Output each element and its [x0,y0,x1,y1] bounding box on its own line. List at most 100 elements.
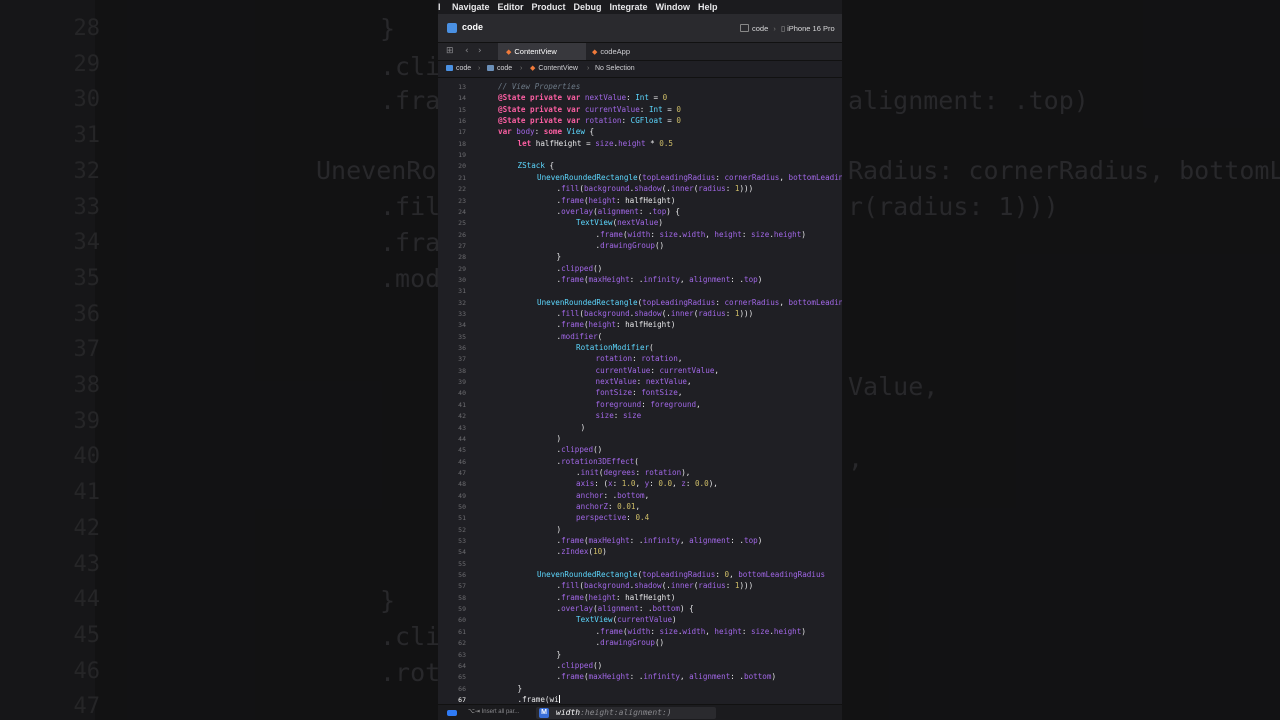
code-line[interactable]: .clipped() [557,661,603,670]
code-token: height [773,626,802,636]
code-line[interactable]: @State private var rotation: CGFloat = 0 [498,116,681,125]
code-line[interactable]: perspective: 0.4 [576,513,649,522]
code-line[interactable]: foreground: foreground, [596,400,701,409]
line-number: 26 [458,230,466,239]
tab-codeapp[interactable]: ◆ codeApp [584,43,662,60]
menu-item-integrate[interactable]: Integrate [610,2,648,12]
code-token: width [682,229,706,239]
autocomplete-signature[interactable]: width:height:alignment:) [556,708,672,717]
code-line[interactable]: .frame(height: halfHeight) [557,196,676,205]
code-token: 0 [662,93,668,103]
code-line[interactable]: UnevenRoundedRectangle(topLeadingRadius:… [537,298,842,307]
code-line[interactable]: .frame(maxHeight: .infinity, alignment: … [557,672,777,681]
jumpbar-folder[interactable]: code [487,61,512,77]
code-line[interactable]: fontSize: fontSize, [596,388,683,397]
code-line[interactable]: .frame(wi [518,694,560,704]
code-line[interactable]: .init(degrees: rotation), [576,468,690,477]
code-line[interactable]: .fill(background.shadow(.inner(radius: 1… [557,309,754,318]
code-token: body [516,127,535,137]
code-line[interactable]: } [518,684,523,693]
grid-icon[interactable]: ⊞ [446,46,454,56]
code-line[interactable]: @State private var nextValue: Int = 0 [498,93,667,102]
line-number: 21 [458,173,466,182]
code-line[interactable]: ) [557,434,562,443]
code-token: some [543,127,563,137]
code-line[interactable]: ) [576,423,586,432]
code-line[interactable]: .overlay(alignment: .bottom) { [557,604,694,613]
back-arrow-icon[interactable]: ‹ [465,46,469,56]
scheme-selector[interactable]: code › ▯ iPhone 16 Pro [740,24,835,33]
code-line[interactable]: .frame(height: halfHeight) [557,593,676,602]
menu-item-product[interactable]: Product [532,2,566,12]
code-line[interactable]: @State private var currentValue: Int = 0 [498,105,681,114]
menu-item-debug[interactable]: Debug [574,2,602,12]
code-line[interactable]: axis: (x: 1.0, y: 0.0, z: 0.0), [576,479,718,488]
code-token: : [613,411,623,421]
code-token: : [650,626,660,636]
code-line[interactable]: var body: some View { [498,127,594,136]
code-line[interactable]: UnevenRoundedRectangle(topLeadingRadius:… [537,173,842,182]
autocomplete-popup[interactable]: M width:height:alignment:) [536,707,716,719]
line-number: 51 [458,514,466,523]
line-number: 42 [458,412,466,421]
code-token: TextView [576,218,613,228]
menu-item-editor[interactable]: Editor [498,2,524,12]
code-line[interactable]: .modifier( [557,332,603,341]
code-line[interactable]: UnevenRoundedRectangle(topLeadingRadius:… [537,570,825,579]
menu-item-window[interactable]: Window [656,2,690,12]
code-token: shadow [634,581,662,591]
code-line[interactable]: TextView(currentValue) [576,615,677,624]
code-line[interactable]: // View Properties [498,82,580,91]
code-line[interactable]: currentValue: currentValue, [596,366,719,375]
code-token: : [725,309,735,318]
run-destination[interactable]: iPhone 16 Pro [787,24,835,33]
navigator-toggle-icon[interactable] [447,710,457,716]
menu-item-help[interactable]: Help [698,2,718,12]
code-line[interactable]: } [557,252,562,261]
code-line[interactable]: size: size [596,411,642,420]
line-number: 54 [458,548,466,557]
code-line[interactable]: .frame(maxHeight: .infinity, alignment: … [557,536,763,545]
code-line[interactable]: let halfHeight = size.height * 0.5 [518,139,673,148]
code-line[interactable]: } [557,650,562,659]
code-token: drawingGroup [600,638,655,648]
code-line[interactable]: .clipped() [557,445,603,454]
code-token: : [649,479,659,489]
code-token: } [517,683,523,693]
code-line[interactable]: TextView(nextValue) [576,218,663,227]
code-line[interactable]: anchorZ: 0.01, [576,502,640,511]
code-line[interactable]: rotation: rotation, [596,354,683,363]
jumpbar-project[interactable]: code [446,61,471,77]
code-token: perspective [576,513,627,523]
code-token: currentValue [584,104,640,114]
line-number: 41 [458,400,466,409]
code-line[interactable]: RotationModifier( [576,343,654,352]
code-line[interactable]: ) [557,525,562,534]
code-token: fontSize [641,388,678,398]
code-line[interactable]: .drawingGroup() [596,638,665,647]
code-line[interactable]: .fill(background.shadow(.inner(radius: 1… [557,184,754,193]
line-number: 47 [458,468,466,477]
code-line[interactable]: .fill(background.shadow(.inner(radius: 1… [557,581,754,590]
code-line[interactable]: .clipped() [557,264,603,273]
code-line[interactable]: nextValue: nextValue, [596,377,692,386]
code-line[interactable]: .zIndex(10) [557,547,607,556]
tab-contentview[interactable]: ◆ ContentView [498,43,586,60]
code-line[interactable]: .drawingGroup() [596,241,665,250]
code-line[interactable]: .frame(width: size.width, height: size.h… [596,627,806,636]
code-token: let [517,138,532,148]
code-line[interactable]: ZStack { [518,161,555,170]
code-line[interactable]: .frame(maxHeight: .infinity, alignment: … [557,275,763,284]
source-editor[interactable]: 13 14 15 16 17 18 19 20 21 22 23 24 25 26 27 28 29 30 31 32… [438,78,842,704]
code-line[interactable]: .frame(width: size.width, height: size.h… [596,230,806,239]
code-line[interactable]: .rotation3DEffect( [557,457,639,466]
forward-arrow-icon[interactable]: › [478,46,482,56]
menu-item-navigate[interactable]: Navigate [452,2,490,12]
jumpbar-selection[interactable]: No Selection [595,61,635,77]
code-line[interactable]: anchor: .bottom, [576,491,649,500]
menu-item-cut[interactable]: I [438,2,444,12]
code-line[interactable]: .overlay(alignment: .top) { [557,207,680,216]
code-token: shadow [634,184,662,194]
jumpbar-file[interactable]: ◆ ContentView [530,61,578,77]
code-line[interactable]: .frame(height: halfHeight) [557,320,676,329]
